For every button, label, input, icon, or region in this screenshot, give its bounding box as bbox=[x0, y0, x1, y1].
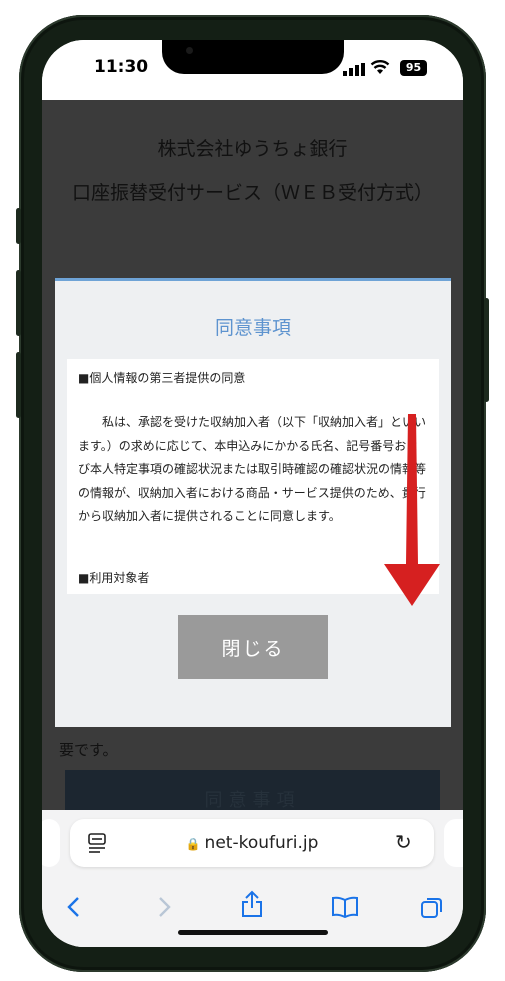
scroll-down-arrow-icon bbox=[384, 414, 440, 606]
power-button bbox=[484, 298, 489, 402]
previous-tab-peek[interactable] bbox=[42, 819, 60, 867]
share-icon[interactable] bbox=[240, 890, 264, 918]
back-icon[interactable] bbox=[66, 896, 80, 918]
status-bar: 11:30 95 bbox=[42, 40, 463, 100]
next-tab-peek[interactable] bbox=[444, 819, 463, 867]
battery-icon: 95 bbox=[400, 60, 427, 76]
action-button bbox=[16, 208, 21, 244]
forward-icon[interactable] bbox=[158, 896, 172, 918]
close-button[interactable]: 閉じる bbox=[178, 615, 328, 679]
service-title: 口座振替受付サービス（ＷＥＢ受付方式） bbox=[71, 182, 433, 204]
url-label: net-koufuri.jp bbox=[204, 833, 319, 853]
bookmarks-icon[interactable] bbox=[331, 896, 359, 918]
tabs-icon[interactable] bbox=[420, 896, 444, 920]
url-text[interactable]: 🔒 net-koufuri.jp bbox=[70, 819, 434, 868]
camera-icon bbox=[186, 47, 193, 54]
lock-icon: 🔒 bbox=[185, 837, 201, 851]
screen: 11:30 95 株式会社ゆうちょ銀行 口座振替受付サービス（ＷＥＢ受付方式） … bbox=[42, 40, 463, 947]
page-background: 株式会社ゆうちょ銀行 口座振替受付サービス（ＷＥＢ受付方式） 部の収納機関を除く… bbox=[42, 100, 463, 832]
status-time: 11:30 bbox=[94, 57, 149, 77]
volume-up-button bbox=[16, 270, 21, 336]
signal-icon bbox=[343, 63, 365, 76]
dynamic-island bbox=[162, 40, 344, 74]
safari-toolbar: 🔒 net-koufuri.jp ↻ bbox=[42, 810, 463, 947]
modal-title: 同意事項 bbox=[214, 317, 291, 339]
wifi-icon bbox=[370, 60, 390, 74]
section-heading-third-party: ■個人情報の第三者提供の同意 bbox=[78, 371, 246, 385]
reload-icon[interactable]: ↻ bbox=[395, 830, 412, 854]
section-heading-eligibility: ■利用対象者 bbox=[78, 571, 150, 585]
bank-name: 株式会社ゆうちょ銀行 bbox=[157, 138, 348, 160]
volume-down-button bbox=[16, 352, 21, 418]
home-indicator[interactable] bbox=[178, 930, 328, 935]
address-bar[interactable]: 🔒 net-koufuri.jp ↻ bbox=[70, 819, 434, 867]
